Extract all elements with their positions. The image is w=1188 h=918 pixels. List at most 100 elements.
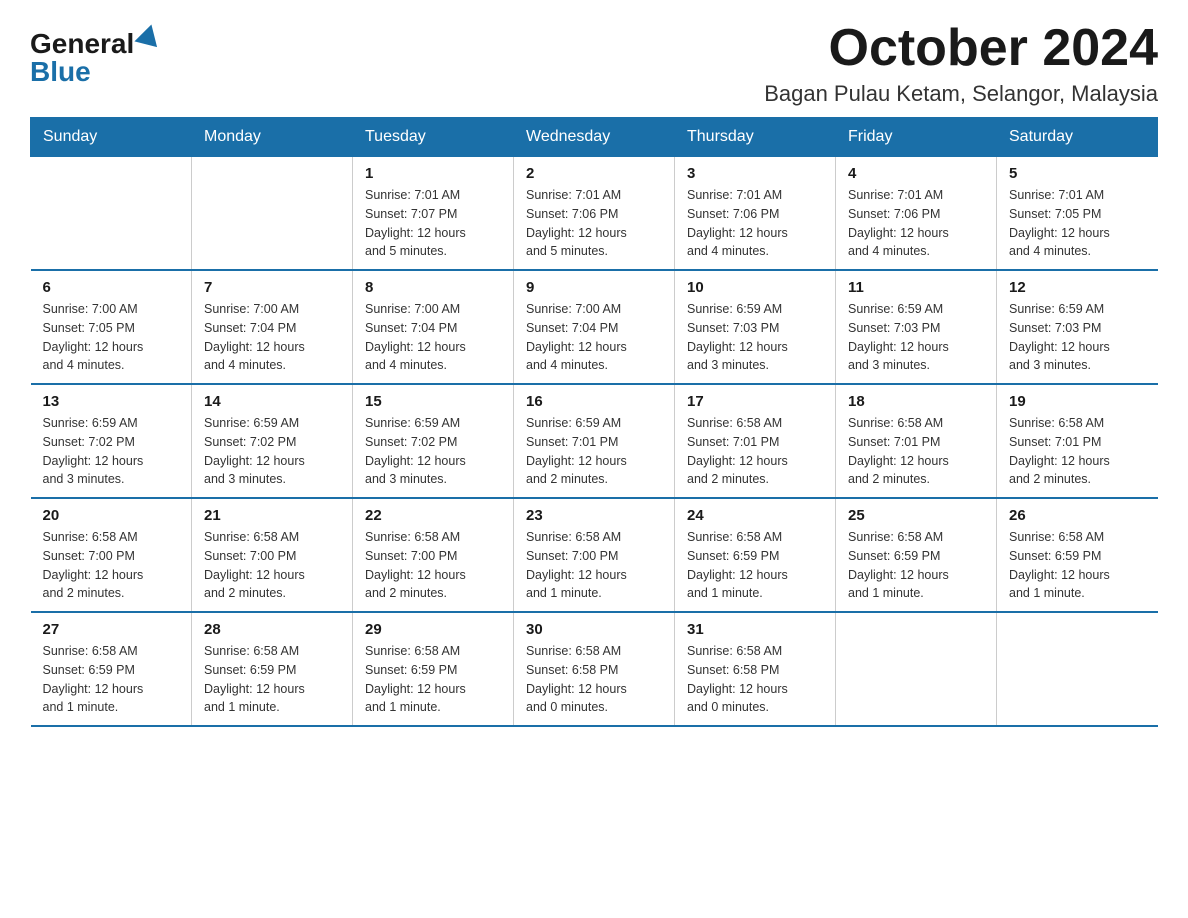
day-info: Sunrise: 6:59 AM Sunset: 7:02 PM Dayligh…	[204, 414, 340, 489]
day-number: 12	[1009, 279, 1146, 296]
week-row-1: 1Sunrise: 7:01 AM Sunset: 7:07 PM Daylig…	[31, 157, 1158, 271]
day-number: 20	[43, 507, 180, 524]
logo-general-text: General	[30, 30, 134, 58]
day-info: Sunrise: 7:00 AM Sunset: 7:04 PM Dayligh…	[365, 300, 501, 375]
header-row: SundayMondayTuesdayWednesdayThursdayFrid…	[31, 118, 1158, 157]
day-number: 23	[526, 507, 662, 524]
header-day-monday: Monday	[192, 118, 353, 157]
day-cell: 23Sunrise: 6:58 AM Sunset: 7:00 PM Dayli…	[514, 498, 675, 612]
day-number: 22	[365, 507, 501, 524]
day-info: Sunrise: 6:58 AM Sunset: 7:00 PM Dayligh…	[365, 528, 501, 603]
day-cell	[836, 612, 997, 726]
day-cell: 10 Sunrise: 6:59 AM Sunset: 7:03 PM Dayli…	[675, 270, 836, 384]
day-info: Sunrise: 6:59 AM Sunset: 7:03 PM Dayligh…	[687, 300, 823, 375]
day-cell: 16 Sunrise: 6:59 AM Sunset: 7:01 PM Dayli…	[514, 384, 675, 498]
logo-triangle-icon	[135, 24, 166, 55]
day-number: 5	[1009, 165, 1146, 182]
day-info: Sunrise: 6:58 AM Sunset: 6:59 PM Dayligh…	[848, 528, 984, 603]
day-cell	[31, 157, 192, 271]
day-info: Sunrise: 6:58 AM Sunset: 7:01 PM Dayligh…	[848, 414, 984, 489]
month-title: October 2024	[764, 20, 1158, 77]
day-info: Sunrise: 6:58 AM Sunset: 6:59 PM Dayligh…	[204, 642, 340, 717]
logo: General Blue	[30, 30, 162, 86]
day-number: 2	[526, 165, 662, 182]
day-info: Sunrise: 6:58 AM Sunset: 7:01 PM Dayligh…	[1009, 414, 1146, 489]
day-number: 26	[1009, 507, 1146, 524]
day-cell: 7Sunrise: 7:00 AM Sunset: 7:04 PM Daylig…	[192, 270, 353, 384]
day-info: Sunrise: 6:59 AM Sunset: 7:03 PM Dayligh…	[848, 300, 984, 375]
day-cell: 30 Sunrise: 6:58 AM Sunset: 6:58 PM Dayli…	[514, 612, 675, 726]
day-number: 21	[204, 507, 340, 524]
day-number: 9	[526, 279, 662, 296]
week-row-2: 6 Sunrise: 7:00 AM Sunset: 7:05 PM Daylig…	[31, 270, 1158, 384]
day-number: 27	[43, 621, 180, 638]
day-cell: 28 Sunrise: 6:58 AM Sunset: 6:59 PM Dayli…	[192, 612, 353, 726]
day-cell	[997, 612, 1158, 726]
header-day-sunday: Sunday	[31, 118, 192, 157]
day-info: Sunrise: 7:01 AM Sunset: 7:06 PM Dayligh…	[526, 186, 662, 261]
day-info: Sunrise: 7:01 AM Sunset: 7:06 PM Dayligh…	[848, 186, 984, 261]
day-info: Sunrise: 7:01 AM Sunset: 7:06 PM Dayligh…	[687, 186, 823, 261]
day-number: 13	[43, 393, 180, 410]
day-cell: 17 Sunrise: 6:58 AM Sunset: 7:01 PM Dayli…	[675, 384, 836, 498]
header-day-thursday: Thursday	[675, 118, 836, 157]
day-number: 3	[687, 165, 823, 182]
day-number: 19	[1009, 393, 1146, 410]
day-number: 11	[848, 279, 984, 296]
week-row-5: 27 Sunrise: 6:58 AM Sunset: 6:59 PM Dayli…	[31, 612, 1158, 726]
day-info: Sunrise: 6:58 AM Sunset: 7:01 PM Dayligh…	[687, 414, 823, 489]
page-header: General Blue October 2024 Bagan Pulau Ke…	[30, 20, 1158, 107]
day-number: 6	[43, 279, 180, 296]
day-cell: 15 Sunrise: 6:59 AM Sunset: 7:02 PM Dayli…	[353, 384, 514, 498]
day-cell: 19 Sunrise: 6:58 AM Sunset: 7:01 PM Dayli…	[997, 384, 1158, 498]
day-info: Sunrise: 6:59 AM Sunset: 7:01 PM Dayligh…	[526, 414, 662, 489]
day-number: 10	[687, 279, 823, 296]
day-cell: 9 Sunrise: 7:00 AM Sunset: 7:04 PM Daylig…	[514, 270, 675, 384]
calendar-header: SundayMondayTuesdayWednesdayThursdayFrid…	[31, 118, 1158, 157]
header-day-wednesday: Wednesday	[514, 118, 675, 157]
day-cell: 31Sunrise: 6:58 AM Sunset: 6:58 PM Dayli…	[675, 612, 836, 726]
day-cell: 20 Sunrise: 6:58 AM Sunset: 7:00 PM Dayli…	[31, 498, 192, 612]
day-cell: 21 Sunrise: 6:58 AM Sunset: 7:00 PM Dayli…	[192, 498, 353, 612]
day-info: Sunrise: 6:59 AM Sunset: 7:03 PM Dayligh…	[1009, 300, 1146, 375]
day-info: Sunrise: 6:58 AM Sunset: 7:00 PM Dayligh…	[204, 528, 340, 603]
day-info: Sunrise: 7:01 AM Sunset: 7:07 PM Dayligh…	[365, 186, 501, 261]
location-title: Bagan Pulau Ketam, Selangor, Malaysia	[764, 81, 1158, 107]
logo-blue-text: Blue	[30, 58, 91, 86]
week-row-3: 13 Sunrise: 6:59 AM Sunset: 7:02 PM Dayli…	[31, 384, 1158, 498]
day-cell: 3 Sunrise: 7:01 AM Sunset: 7:06 PM Daylig…	[675, 157, 836, 271]
day-cell: 26 Sunrise: 6:58 AM Sunset: 6:59 PM Dayli…	[997, 498, 1158, 612]
day-number: 30	[526, 621, 662, 638]
day-cell	[192, 157, 353, 271]
day-number: 16	[526, 393, 662, 410]
header-day-saturday: Saturday	[997, 118, 1158, 157]
title-section: October 2024 Bagan Pulau Ketam, Selangor…	[764, 20, 1158, 107]
day-number: 18	[848, 393, 984, 410]
day-number: 25	[848, 507, 984, 524]
day-cell: 13 Sunrise: 6:59 AM Sunset: 7:02 PM Dayli…	[31, 384, 192, 498]
week-row-4: 20 Sunrise: 6:58 AM Sunset: 7:00 PM Dayli…	[31, 498, 1158, 612]
header-day-friday: Friday	[836, 118, 997, 157]
header-day-tuesday: Tuesday	[353, 118, 514, 157]
day-info: Sunrise: 7:00 AM Sunset: 7:04 PM Dayligh…	[526, 300, 662, 375]
day-cell: 18 Sunrise: 6:58 AM Sunset: 7:01 PM Dayli…	[836, 384, 997, 498]
day-info: Sunrise: 6:58 AM Sunset: 6:59 PM Dayligh…	[43, 642, 180, 717]
day-number: 28	[204, 621, 340, 638]
day-info: Sunrise: 6:59 AM Sunset: 7:02 PM Dayligh…	[43, 414, 180, 489]
day-number: 29	[365, 621, 501, 638]
day-number: 17	[687, 393, 823, 410]
day-cell: 22 Sunrise: 6:58 AM Sunset: 7:00 PM Dayli…	[353, 498, 514, 612]
day-info: Sunrise: 6:58 AM Sunset: 6:59 PM Dayligh…	[365, 642, 501, 717]
day-cell: 6 Sunrise: 7:00 AM Sunset: 7:05 PM Daylig…	[31, 270, 192, 384]
day-info: Sunrise: 7:01 AM Sunset: 7:05 PM Dayligh…	[1009, 186, 1146, 261]
day-info: Sunrise: 6:59 AM Sunset: 7:02 PM Dayligh…	[365, 414, 501, 489]
day-number: 8	[365, 279, 501, 296]
day-cell: 12 Sunrise: 6:59 AM Sunset: 7:03 PM Dayli…	[997, 270, 1158, 384]
day-info: Sunrise: 6:58 AM Sunset: 7:00 PM Dayligh…	[43, 528, 180, 603]
day-cell: 8 Sunrise: 7:00 AM Sunset: 7:04 PM Daylig…	[353, 270, 514, 384]
day-number: 4	[848, 165, 984, 182]
day-info: Sunrise: 6:58 AM Sunset: 6:58 PM Dayligh…	[526, 642, 662, 717]
day-number: 15	[365, 393, 501, 410]
day-info: Sunrise: 6:58 AM Sunset: 6:59 PM Dayligh…	[1009, 528, 1146, 603]
day-info: Sunrise: 7:00 AM Sunset: 7:05 PM Dayligh…	[43, 300, 180, 375]
